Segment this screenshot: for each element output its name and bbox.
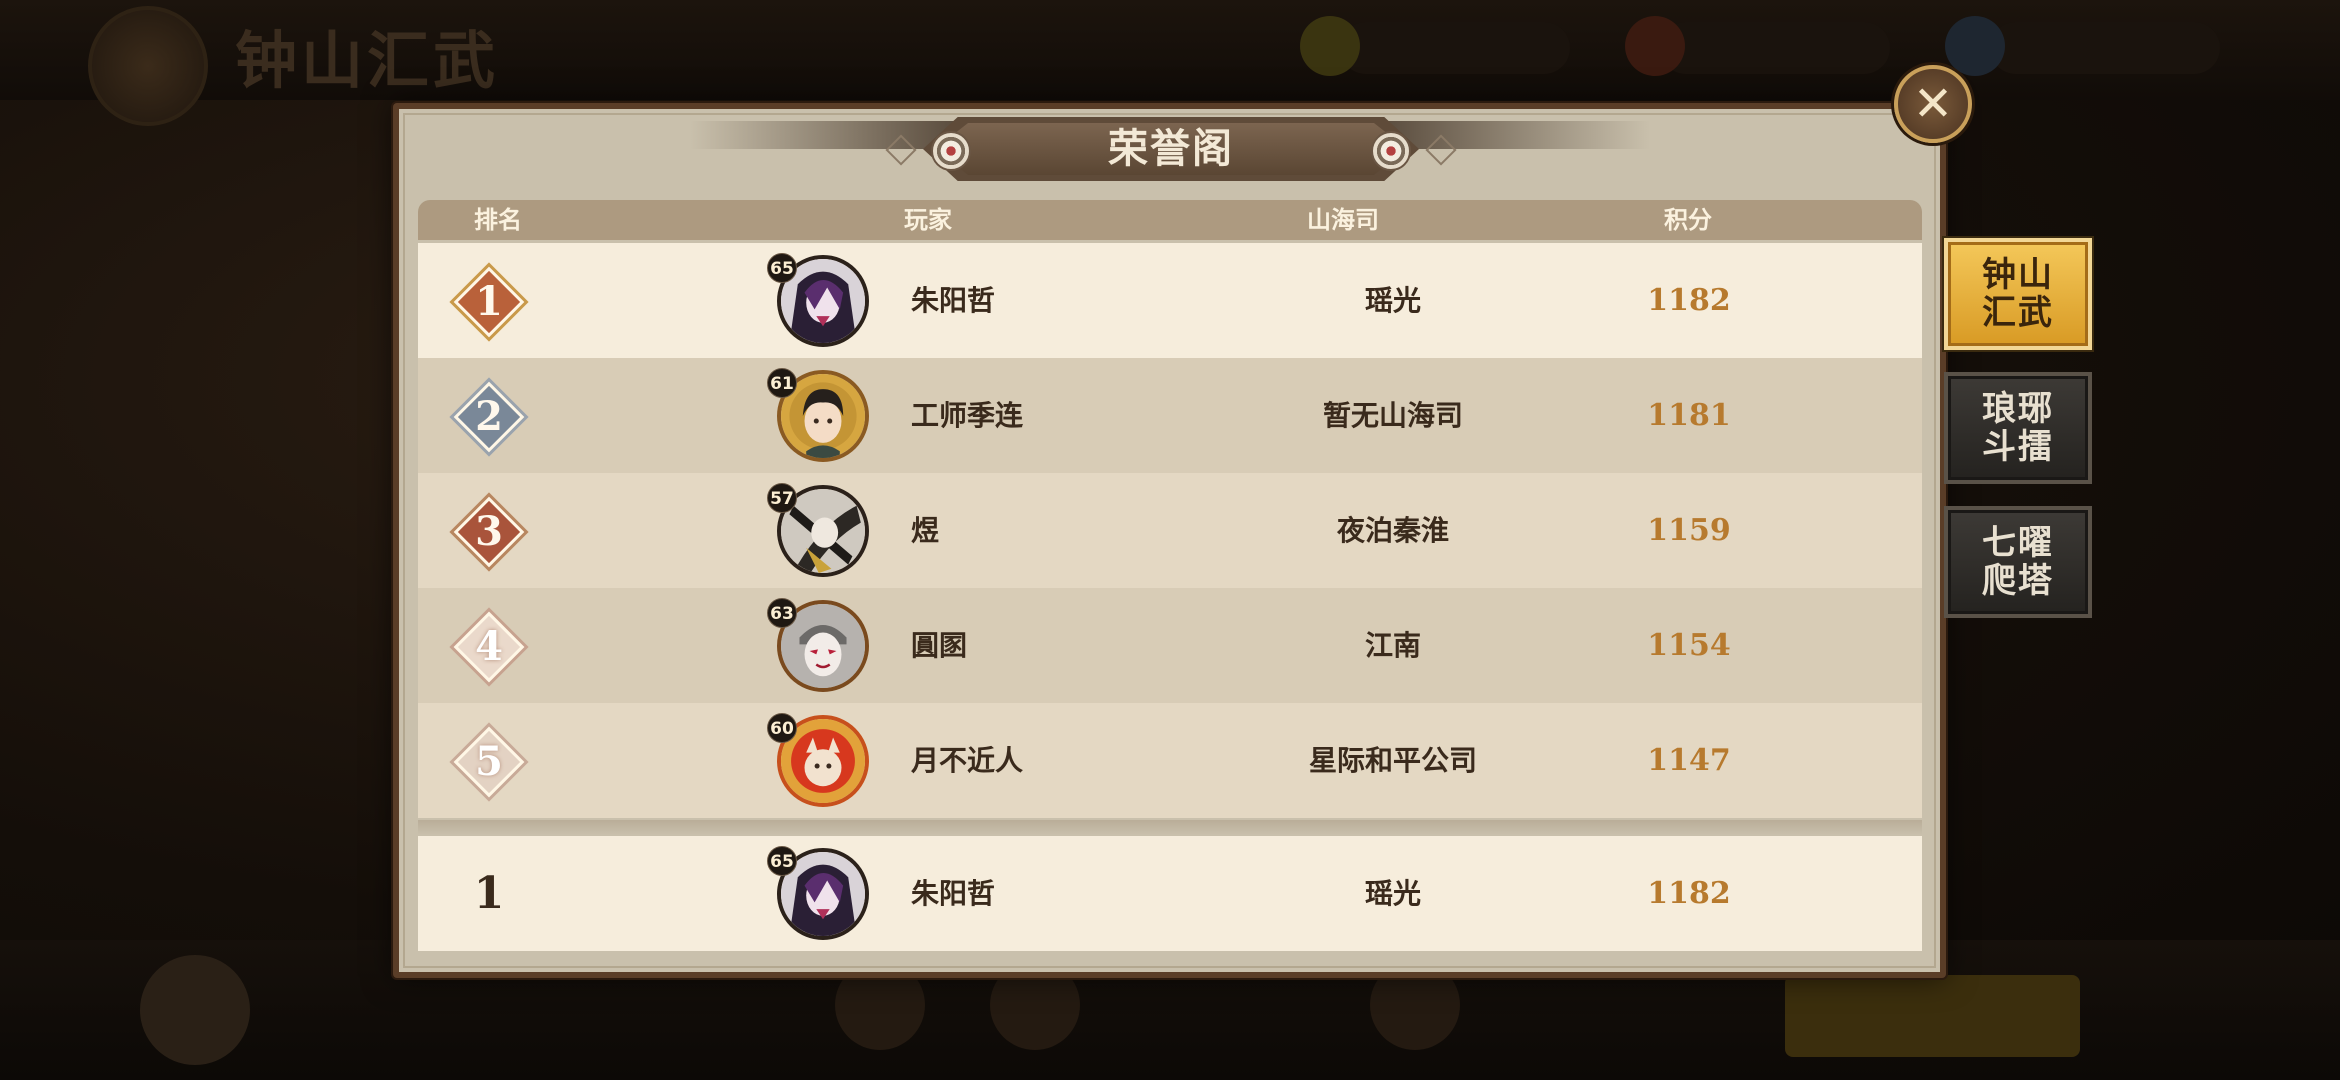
background-gem-icon (1625, 16, 1685, 76)
tab-zhongshan-huiwu[interactable]: 钟山汇武 (1944, 238, 2092, 350)
rank-badge: 1 (452, 265, 526, 339)
table-row[interactable]: 5 60 月不近人 星际和平公司 1147 (418, 703, 1922, 818)
list-divider (418, 820, 1922, 834)
close-button[interactable]: ✕ (1894, 65, 1972, 143)
guild-name: 江南 (1364, 629, 1421, 662)
background-gold-button (1785, 975, 2080, 1057)
header-score: 积分 (1664, 205, 1712, 234)
player-level-badge: 63 (767, 598, 797, 628)
player-level-badge: 65 (767, 253, 797, 283)
player-score: 1159 (1647, 513, 1731, 548)
close-icon: ✕ (1912, 76, 1954, 132)
background-emblem-icon (88, 6, 208, 126)
header-player: 玩家 (904, 205, 952, 234)
player-score: 1147 (1647, 743, 1731, 778)
my-rank-row: 1 65 朱阳哲 瑶光 1182 (418, 836, 1922, 951)
table-row[interactable]: 2 61 工师季连 暂无山海司 1181 (418, 358, 1922, 473)
tab-label: 钟山汇武 (1982, 255, 2054, 333)
rank-number: 2 (475, 393, 503, 440)
tab-qiyao-tower[interactable]: 七曜爬塔 (1944, 506, 2092, 618)
player-name: 工师季连 (911, 399, 1024, 432)
rank-number: 3 (475, 508, 503, 555)
background-orb-icon (1945, 16, 2005, 76)
rank-number: 1 (475, 278, 503, 325)
rank-badge: 5 (452, 725, 526, 799)
my-guild-name: 瑶光 (1364, 877, 1421, 910)
player-level-badge: 61 (767, 368, 797, 398)
rank-badge: 4 (452, 610, 526, 684)
background-title: 钟山汇武 (235, 24, 500, 97)
tab-langya-douleI[interactable]: 琅琊斗擂 (1944, 372, 2092, 484)
player-level-badge: 60 (767, 713, 797, 743)
table-row[interactable]: 3 57 煜 夜泊秦淮 1159 (418, 473, 1922, 588)
guild-name: 瑶光 (1364, 284, 1421, 317)
background-resource-bar (1990, 22, 2220, 74)
title-ribbon: 荣誉阁 (690, 113, 1650, 183)
background-avatar (140, 955, 250, 1065)
header-guild: 山海司 (1307, 205, 1379, 234)
rank-number: 4 (475, 623, 503, 670)
panel-title: 荣誉阁 (1108, 125, 1234, 172)
my-level-badge: 65 (767, 846, 797, 876)
player-score: 1182 (1647, 283, 1731, 318)
player-level-badge: 57 (767, 483, 797, 513)
background-resource-bar (1340, 22, 1570, 74)
player-name: 圓圂 (911, 629, 968, 662)
tab-label: 琅琊斗擂 (1982, 389, 2054, 467)
rank-badge: 2 (452, 380, 526, 454)
table-row[interactable]: 4 63 圓圂 江南 1154 (418, 588, 1922, 703)
background-coin-icon (1300, 16, 1360, 76)
guild-name: 夜泊秦淮 (1336, 514, 1449, 547)
my-player-name: 朱阳哲 (911, 877, 996, 910)
rank-badge: 3 (452, 495, 526, 569)
player-score: 1181 (1647, 398, 1731, 433)
guild-name: 暂无山海司 (1322, 399, 1463, 432)
tab-label: 七曜爬塔 (1982, 523, 2054, 601)
background-resource-bar (1660, 22, 1890, 74)
player-name: 月不近人 (911, 744, 1024, 777)
player-score: 1154 (1647, 628, 1731, 663)
rank-number: 5 (475, 738, 503, 785)
table-header: 排名 玩家 山海司 积分 (418, 200, 1922, 240)
ranking-list[interactable]: 1 65 朱阳哲 瑶光 1182 2 61 工师季连 暂无山海司 1181 3 … (418, 243, 1922, 820)
my-rank-number: 1 (473, 868, 505, 919)
table-row[interactable]: 1 65 朱阳哲 瑶光 1182 (418, 243, 1922, 358)
player-name: 煜 (911, 514, 940, 547)
player-name: 朱阳哲 (911, 284, 996, 317)
header-rank: 排名 (474, 205, 522, 234)
my-score: 1182 (1647, 876, 1731, 911)
guild-name: 星际和平公司 (1308, 744, 1477, 777)
